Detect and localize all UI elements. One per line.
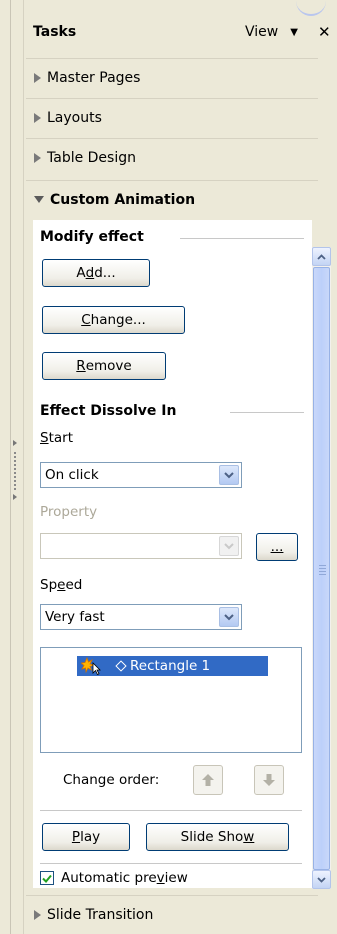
move-up-button[interactable]: [193, 765, 223, 795]
add-button[interactable]: Ad d...: [42, 259, 150, 287]
deck-label: Layouts: [47, 109, 102, 126]
section-divider: [40, 810, 302, 811]
arrow-down-icon: [263, 774, 275, 786]
deck-custom-animation[interactable]: Custom Animation: [26, 180, 318, 218]
list-item-label: Rectangle 1: [130, 658, 211, 674]
automatic-preview-label: Automatic preview: [61, 870, 188, 886]
chevron-up-icon: [317, 253, 326, 260]
triangle-right-icon: [34, 112, 41, 123]
scroll-thumb[interactable]: [313, 267, 330, 870]
chevron-down-icon[interactable]: [219, 607, 239, 627]
speed-dropdown[interactable]: Very fast: [40, 604, 242, 630]
deck-label: Custom Animation: [50, 191, 196, 208]
speed-dropdown-value: Very fast: [45, 609, 105, 625]
section-divider: [180, 238, 304, 239]
section-divider: [40, 863, 302, 864]
slide-show-button[interactable]: Slide Sho w: [146, 823, 289, 851]
view-menu-button[interactable]: View ▼: [245, 24, 298, 40]
splitter-line: [10, 0, 11, 934]
view-menu-label: View: [245, 24, 279, 40]
change-order-label: Change order:: [63, 772, 160, 788]
scroll-down-button[interactable]: [312, 870, 331, 889]
checkbox-checked-icon[interactable]: [40, 871, 54, 885]
left-splitter[interactable]: [0, 0, 23, 934]
triangle-down-icon: [34, 196, 44, 203]
mouse-click-star-icon: [80, 656, 103, 676]
chevron-down-icon: ▼: [290, 26, 298, 38]
play-button[interactable]: Play: [42, 823, 130, 851]
property-label: Property: [40, 504, 98, 520]
triangle-right-icon: [34, 72, 41, 83]
vertical-scrollbar[interactable]: [312, 247, 331, 889]
triangle-right-icon: [34, 152, 41, 163]
triangle-right-icon: [34, 910, 41, 920]
move-down-button[interactable]: [254, 765, 284, 795]
property-dropdown[interactable]: [40, 533, 242, 559]
deck-table-design[interactable]: Table Design: [26, 138, 318, 176]
diamond-icon: [115, 660, 127, 672]
chevron-down-icon[interactable]: [219, 465, 239, 485]
scroll-up-button[interactable]: [312, 247, 331, 266]
start-dropdown[interactable]: On click: [40, 462, 242, 488]
deck-master-pages[interactable]: Master Pages: [26, 58, 318, 96]
start-dropdown-value: On click: [45, 467, 99, 483]
deck-slide-transition[interactable]: Slide Transition: [26, 895, 318, 934]
chevron-down-icon: [317, 876, 326, 883]
arrow-up-icon: [202, 774, 214, 786]
chevron-down-icon: [219, 536, 239, 556]
deck-layouts[interactable]: Layouts: [26, 98, 318, 136]
property-options-button[interactable]: ...: [256, 533, 298, 561]
remove-button[interactable]: Remove: [42, 352, 166, 380]
deck-label: Master Pages: [47, 69, 141, 86]
automatic-preview-checkbox[interactable]: Automatic preview: [40, 870, 188, 886]
close-icon[interactable]: ✕: [318, 23, 331, 41]
splitter-grip[interactable]: [13, 440, 18, 500]
section-title-effect: Effect Dissolve In: [40, 403, 177, 419]
start-label: Start: [40, 430, 73, 446]
deck-label: Slide Transition: [47, 907, 154, 923]
list-item[interactable]: Rectangle 1: [76, 655, 269, 677]
deck-label: Table Design: [47, 149, 136, 166]
section-title-modify-effect: Modify effect: [40, 229, 144, 245]
speed-label: Speed: [40, 577, 83, 593]
section-divider: [230, 412, 304, 413]
pane-title: Tasks: [33, 24, 77, 40]
effects-list[interactable]: Rectangle 1: [40, 647, 302, 753]
change-button[interactable]: Change...: [42, 306, 185, 334]
